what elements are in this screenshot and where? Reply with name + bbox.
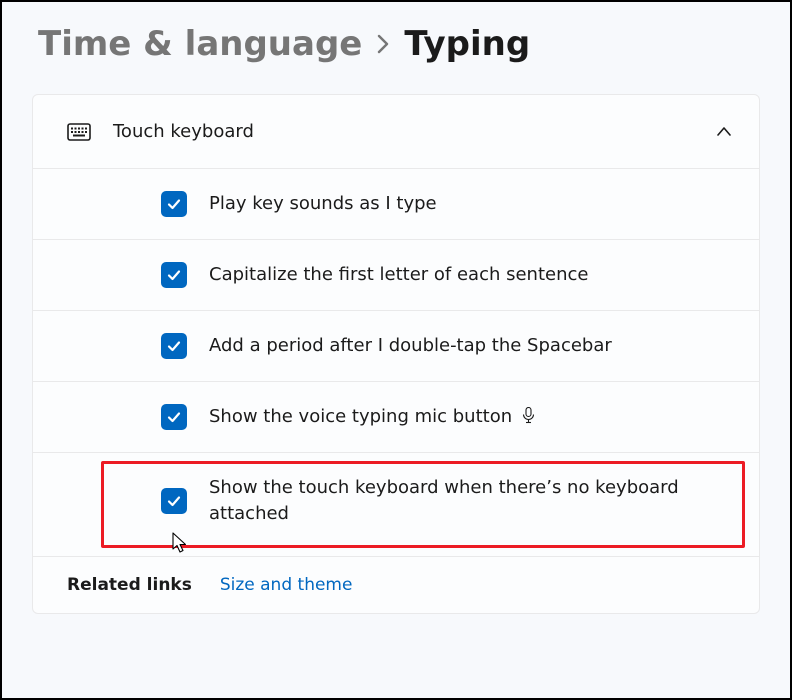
chevron-up-icon: [715, 123, 733, 141]
option-label: Capitalize the first letter of each sent…: [209, 262, 588, 288]
related-links-row: Related links Size and theme: [33, 557, 759, 613]
option-voice-typing-mic[interactable]: Show the voice typing mic button: [33, 382, 759, 453]
section-title: Touch keyboard: [113, 121, 693, 142]
checkbox[interactable]: [161, 404, 187, 430]
checkbox[interactable]: [161, 488, 187, 514]
option-capitalize-first-letter[interactable]: Capitalize the first letter of each sent…: [33, 240, 759, 311]
option-add-period-spacebar[interactable]: Add a period after I double-tap the Spac…: [33, 311, 759, 382]
checkbox[interactable]: [161, 262, 187, 288]
keyboard-icon: [67, 123, 91, 141]
checkbox[interactable]: [161, 333, 187, 359]
cursor-icon: [171, 532, 189, 552]
microphone-icon: [522, 407, 535, 424]
link-size-and-theme[interactable]: Size and theme: [220, 575, 353, 595]
option-label: Play key sounds as I type: [209, 191, 437, 217]
related-links-label: Related links: [67, 575, 192, 595]
option-label: Show the voice typing mic button: [209, 404, 535, 430]
breadcrumb: Time & language Typing: [2, 2, 790, 88]
page-title: Typing: [404, 24, 530, 64]
option-play-key-sounds[interactable]: Play key sounds as I type: [33, 169, 759, 240]
option-show-touch-keyboard[interactable]: Show the touch keyboard when there’s no …: [33, 453, 759, 556]
chevron-right-icon: [376, 34, 390, 54]
touch-keyboard-panel: Touch keyboard Play key sounds as I type…: [32, 94, 760, 614]
checkbox[interactable]: [161, 191, 187, 217]
option-label: Add a period after I double-tap the Spac…: [209, 333, 612, 359]
option-label: Show the touch keyboard when there’s no …: [209, 475, 689, 527]
touch-keyboard-header[interactable]: Touch keyboard: [33, 95, 759, 169]
breadcrumb-parent[interactable]: Time & language: [38, 24, 362, 64]
